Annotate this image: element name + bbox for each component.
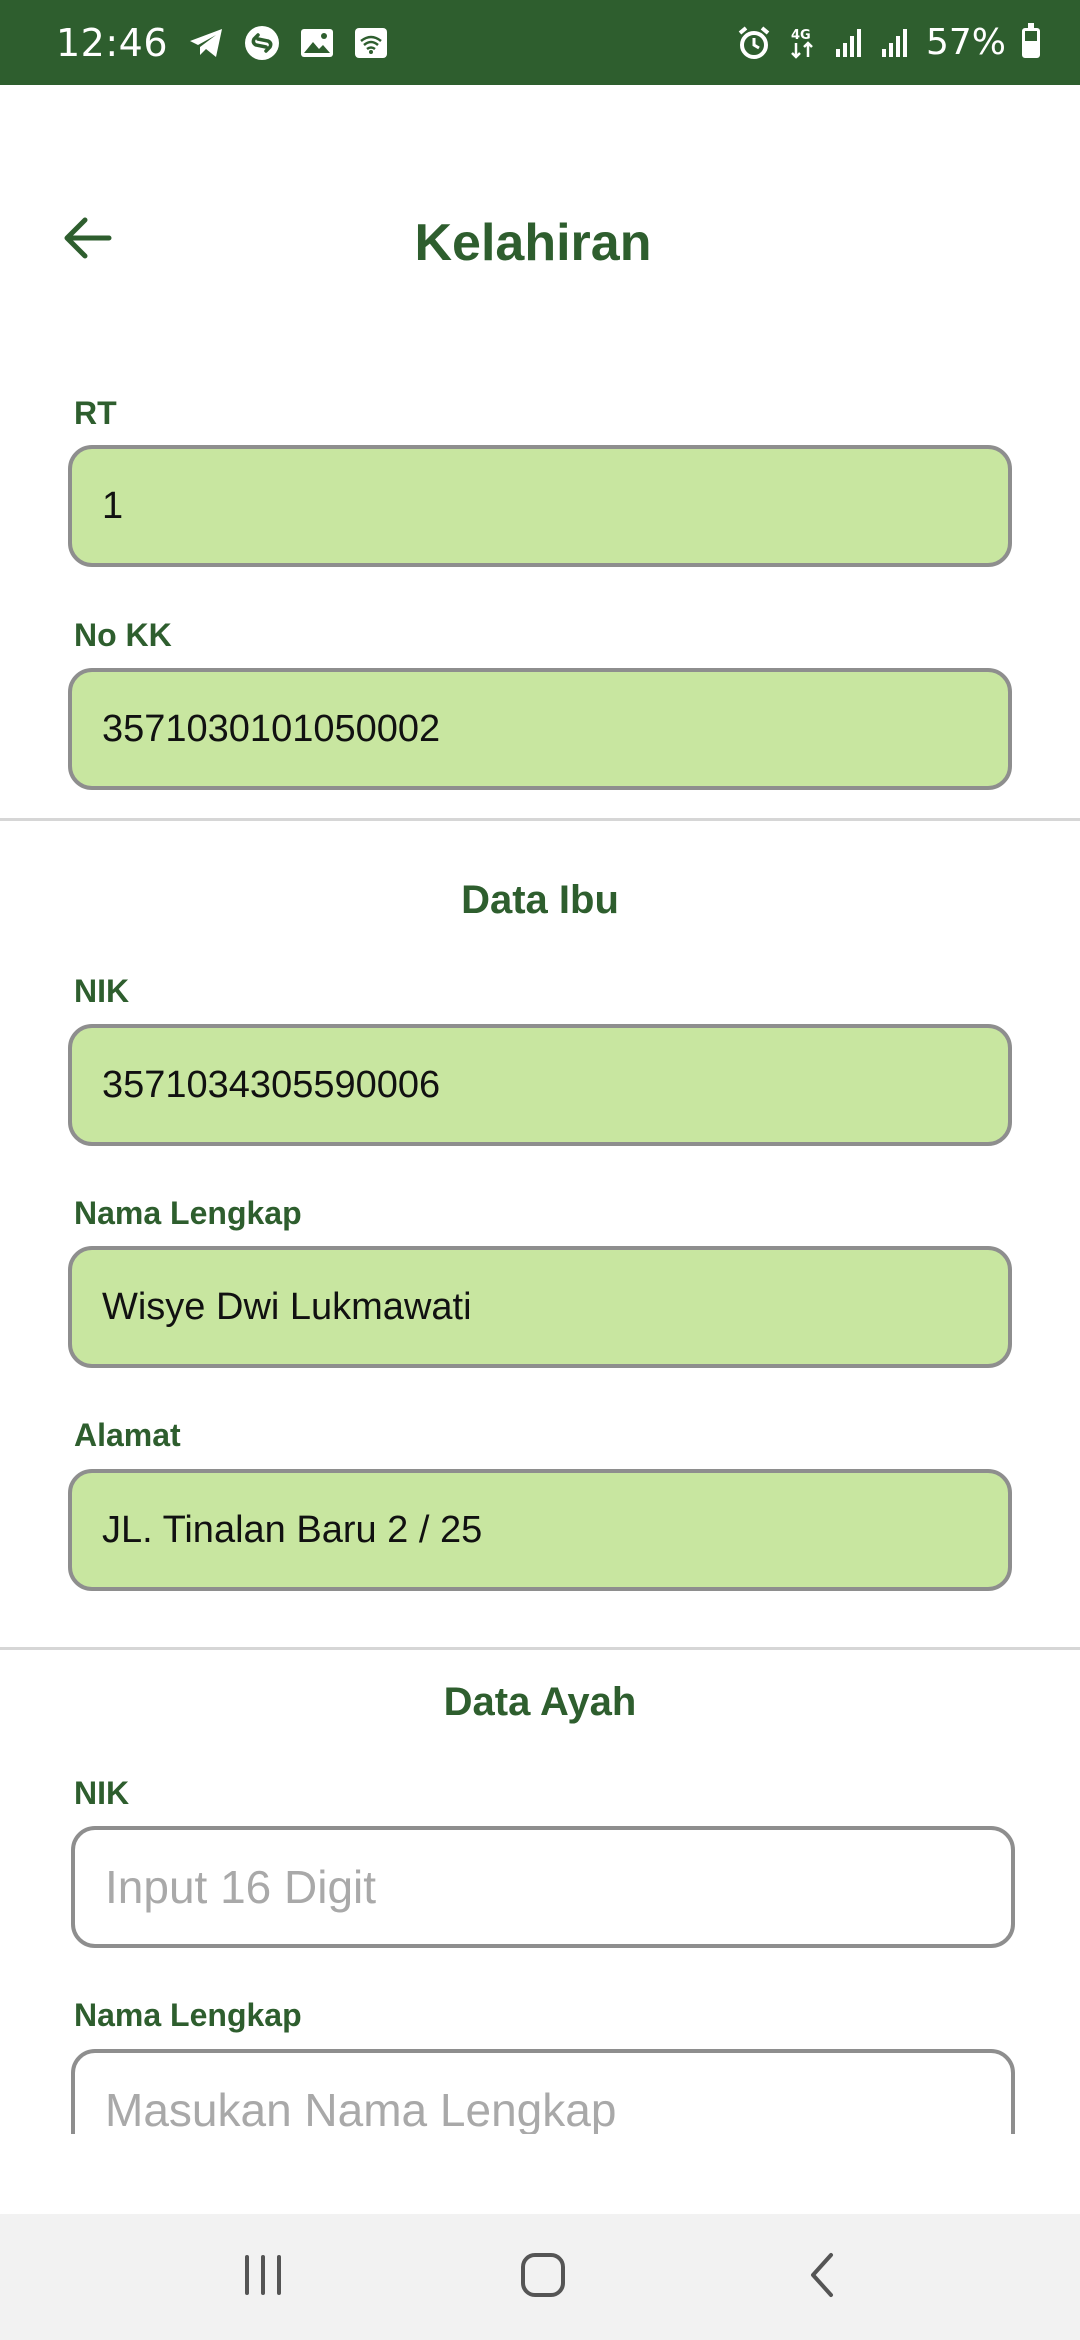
ayah-nama-label: Nama Lengkap xyxy=(74,1997,302,2033)
home-icon xyxy=(519,2251,567,2304)
signal-icon xyxy=(834,27,864,59)
ibu-nama-input[interactable] xyxy=(68,1246,1012,1368)
gallery-icon xyxy=(300,28,334,58)
wifi-cast-icon xyxy=(354,27,388,59)
back-nav-button[interactable] xyxy=(788,2247,858,2307)
recent-apps-button[interactable] xyxy=(228,2247,298,2307)
status-bar: 12:46 4G 57% xyxy=(0,0,1080,85)
section-divider xyxy=(0,818,1080,821)
app-header: Kelahiran xyxy=(0,185,1080,305)
scroll-clip xyxy=(0,2134,1080,2214)
battery-icon xyxy=(1022,22,1040,58)
status-right: 4G 57% xyxy=(736,22,1040,63)
navigation-bar xyxy=(0,2214,1080,2340)
ibu-nik-label: NIK xyxy=(74,973,130,1009)
ibu-nik-input[interactable] xyxy=(68,1024,1012,1146)
page-title: Kelahiran xyxy=(414,214,652,272)
rt-label: RT xyxy=(74,395,117,431)
4g-icon: 4G xyxy=(788,25,818,61)
battery-level xyxy=(1025,40,1037,55)
signal-icon xyxy=(880,27,910,59)
chevron-left-icon xyxy=(803,2251,843,2304)
section-title-ayah: Data Ayah xyxy=(443,1680,637,1724)
alarm-icon xyxy=(736,25,772,61)
ayah-nik-input[interactable] xyxy=(71,1826,1015,1948)
ibu-alamat-input[interactable] xyxy=(68,1469,1012,1591)
no-kk-input[interactable] xyxy=(68,668,1012,790)
ibu-nama-label: Nama Lengkap xyxy=(74,1195,302,1231)
ayah-nik-label: NIK xyxy=(74,1775,130,1811)
svg-text:4G: 4G xyxy=(791,28,811,43)
shazam-icon xyxy=(244,25,280,61)
telegram-icon xyxy=(188,27,224,59)
recent-apps-icon xyxy=(239,2253,287,2302)
battery-percent: 57% xyxy=(925,22,1006,63)
section-divider xyxy=(0,1647,1080,1650)
section-title-ibu: Data Ibu xyxy=(461,878,619,922)
ibu-alamat-label: Alamat xyxy=(74,1417,181,1453)
home-button[interactable] xyxy=(508,2247,578,2307)
rt-input[interactable] xyxy=(68,445,1012,567)
no-kk-label: No KK xyxy=(74,617,172,653)
status-left: 12:46 xyxy=(56,21,388,65)
status-time: 12:46 xyxy=(56,20,169,65)
